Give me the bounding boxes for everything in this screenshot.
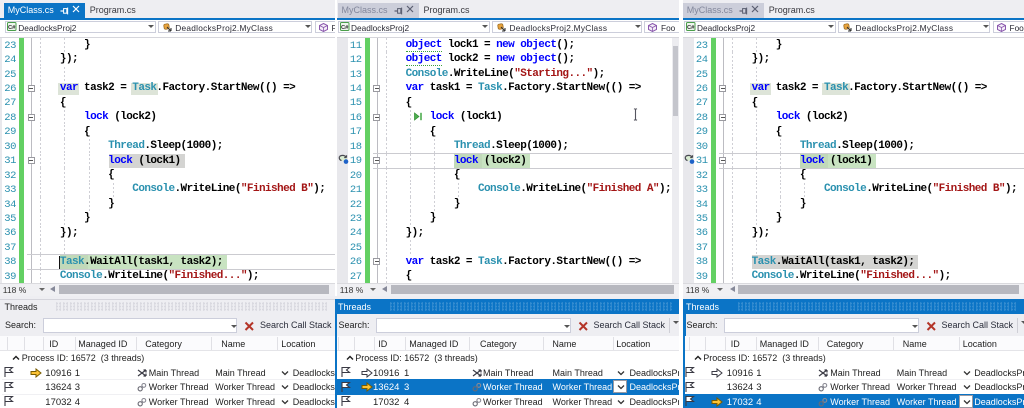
svg-text:C#: C# — [340, 25, 348, 31]
svg-text:C#: C# — [686, 25, 694, 31]
svg-text:C#: C# — [8, 25, 16, 31]
